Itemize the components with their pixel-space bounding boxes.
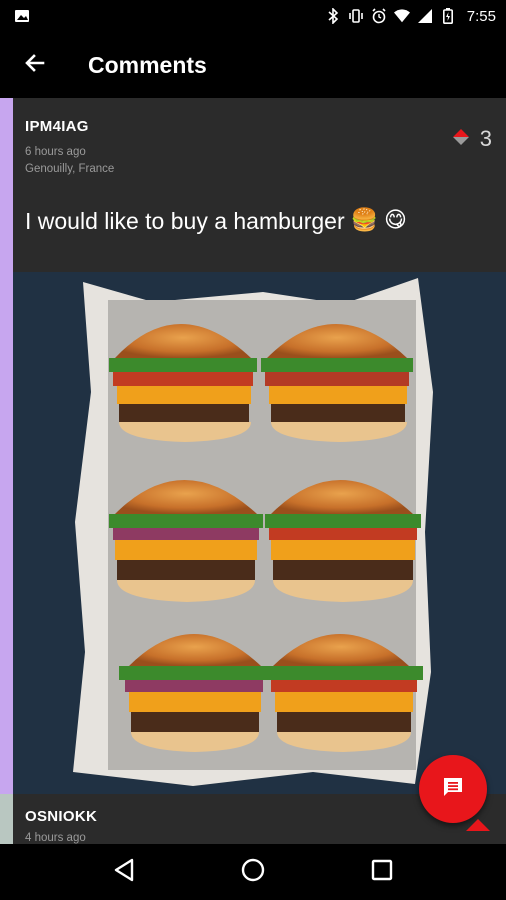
arrow-back-icon bbox=[23, 51, 47, 80]
comment-meta: 6 hours ago Genouilly, France bbox=[25, 144, 494, 178]
image-icon bbox=[14, 8, 30, 24]
vote-arrow-icon bbox=[452, 128, 470, 151]
comment-body: I would like to buy a hamburger 🍔 😋 bbox=[13, 190, 506, 272]
comment-accent-strip bbox=[0, 794, 13, 844]
comment-text: I would like to buy a hamburger bbox=[25, 208, 345, 234]
back-button[interactable] bbox=[0, 32, 70, 98]
comment-header: IPM4IAG 6 hours ago Genouilly, France 3 bbox=[13, 98, 506, 190]
bluetooth-icon bbox=[325, 8, 341, 24]
comment-time: 4 hours ago bbox=[25, 832, 86, 844]
comment-author[interactable]: IPM4IAG bbox=[25, 118, 494, 135]
comment-time: 6 hours ago bbox=[25, 146, 86, 158]
navigation-bar bbox=[0, 844, 506, 900]
signal-icon bbox=[417, 8, 433, 24]
vote-count: 3 bbox=[479, 126, 492, 151]
hamburger-emoji-icon: 🍔 bbox=[350, 208, 379, 233]
vote-arrow-icon bbox=[465, 818, 491, 837]
comment-card[interactable]: IPM4IAG 6 hours ago Genouilly, France 3 … bbox=[13, 98, 506, 794]
page-title: Comments bbox=[88, 51, 207, 78]
app-bar: Comments bbox=[0, 32, 506, 98]
comment-photo[interactable] bbox=[13, 272, 506, 794]
comment-author[interactable]: OSNIOKK bbox=[25, 808, 494, 825]
status-bar: 7:55 bbox=[0, 0, 506, 32]
vote-button[interactable]: 3 bbox=[452, 126, 492, 152]
wifi-icon bbox=[393, 8, 410, 24]
comment-icon bbox=[441, 775, 465, 804]
alarm-icon bbox=[371, 8, 387, 24]
nav-back-icon bbox=[113, 858, 135, 887]
nav-home-icon bbox=[241, 858, 265, 887]
comments-list[interactable]: IPM4IAG 6 hours ago Genouilly, France 3 … bbox=[0, 98, 506, 844]
yum-emoji-icon: 😋 bbox=[384, 208, 407, 233]
vibrate-icon bbox=[348, 8, 364, 24]
nav-home-button[interactable] bbox=[233, 852, 273, 892]
add-comment-button[interactable] bbox=[419, 755, 487, 823]
nav-recents-button[interactable] bbox=[362, 852, 402, 892]
battery-icon bbox=[440, 8, 456, 24]
comment-accent-strip bbox=[0, 98, 13, 794]
nav-recents-icon bbox=[371, 859, 393, 886]
nav-back-button[interactable] bbox=[104, 852, 144, 892]
status-time: 7:55 bbox=[466, 7, 496, 25]
comment-location: Genouilly, France bbox=[25, 163, 115, 175]
